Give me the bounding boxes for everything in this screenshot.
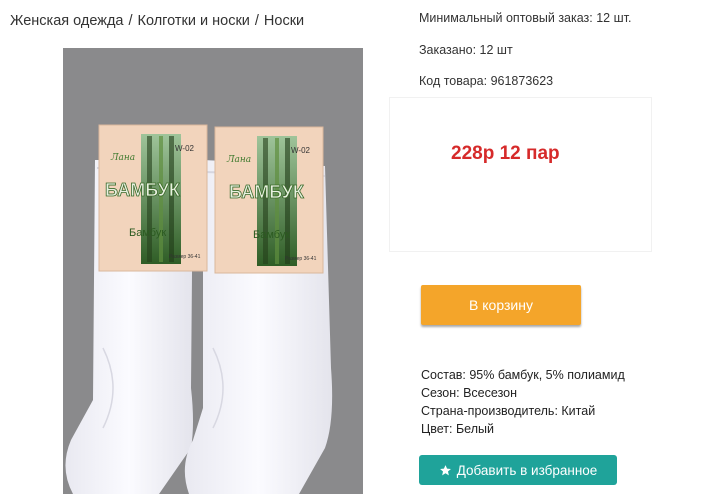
min-order-text: Минимальный оптовый заказ: 12 шт. (419, 11, 632, 25)
price: 228р 12 пар (451, 143, 560, 164)
product-photo-illustration: Лана W-02 БАМБУК Бамбук Размер 36-41 Лан… (65, 124, 333, 494)
breadcrumb-item-womens-clothing[interactable]: Женская одежда (10, 13, 123, 29)
property-color: Цвет: Белый (421, 422, 494, 436)
breadcrumb-item-tights-socks[interactable]: Колготки и носки (138, 13, 250, 29)
svg-text:Лана: Лана (110, 153, 135, 163)
property-country: Страна-производитель: Китай (421, 404, 596, 418)
star-icon (439, 464, 452, 477)
ordered-text: Заказано: 12 шт (419, 43, 513, 57)
svg-text:Лана: Лана (226, 155, 251, 165)
property-composition: Состав: 95% бамбук, 5% полиамид (421, 368, 625, 382)
breadcrumb-item-socks[interactable]: Носки (264, 13, 304, 29)
package-card-right: Лана W-02 БАМБУК Бамбук Размер 36-41 (214, 126, 324, 274)
breadcrumb-separator: / (128, 13, 133, 29)
breadcrumb-separator: / (254, 13, 259, 29)
svg-text:Размер 36-41: Размер 36-41 (285, 256, 317, 262)
svg-text:БАМБУК: БАМБУК (105, 180, 181, 200)
property-season: Сезон: Всесезон (421, 386, 518, 400)
breadcrumb: Женская одежда / Колготки и носки / Носки (10, 13, 304, 29)
package-card-left: Лана W-02 БАМБУК Бамбук Размер 36-41 (98, 124, 208, 272)
svg-text:Размер 36-41: Размер 36-41 (169, 254, 201, 260)
svg-text:Бамбук: Бамбук (129, 227, 166, 239)
svg-text:БАМБУК: БАМБУК (229, 182, 305, 202)
price-box: 228р 12 пар (390, 98, 651, 251)
svg-text:W-02: W-02 (291, 146, 311, 155)
product-image[interactable]: Лана W-02 БАМБУК Бамбук Размер 36-41 Лан… (63, 48, 363, 494)
sku-text: Код товара: 961873623 (419, 74, 554, 88)
add-to-favorites-label: Добавить в избранное (456, 462, 598, 478)
add-to-favorites-button[interactable]: Добавить в избранное (419, 455, 617, 485)
svg-text:W-02: W-02 (175, 144, 195, 153)
product-properties: Состав: 95% бамбук, 5% полиамид Сезон: В… (421, 366, 625, 438)
svg-text:Бамбук: Бамбук (253, 229, 290, 241)
add-to-cart-button[interactable]: В корзину (421, 285, 581, 325)
